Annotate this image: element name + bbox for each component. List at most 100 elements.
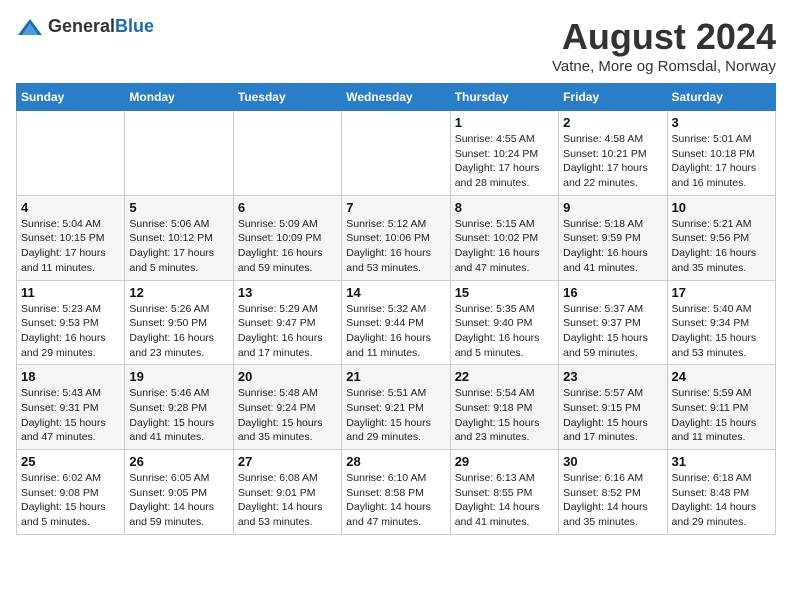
header: GeneralBlue August 2024 Vatne, More og R…	[16, 16, 776, 75]
day-info: Sunrise: 5:51 AMSunset: 9:21 PMDaylight:…	[346, 386, 445, 445]
day-info: Sunrise: 5:54 AMSunset: 9:18 PMDaylight:…	[455, 386, 554, 445]
day-number: 23	[563, 369, 662, 384]
day-cell-31: 31 Sunrise: 6:18 AMSunset: 8:48 PMDayligh…	[667, 450, 775, 535]
header-tuesday: Tuesday	[233, 84, 341, 111]
day-info: Sunrise: 6:02 AMSunset: 9:08 PMDaylight:…	[21, 471, 120, 530]
day-number: 21	[346, 369, 445, 384]
calendar-table: SundayMondayTuesdayWednesdayThursdayFrid…	[16, 83, 776, 535]
day-number: 20	[238, 369, 337, 384]
day-number: 1	[455, 115, 554, 130]
day-number: 14	[346, 285, 445, 300]
day-info: Sunrise: 5:23 AMSunset: 9:53 PMDaylight:…	[21, 302, 120, 361]
day-number: 26	[129, 454, 228, 469]
main-title: August 2024	[552, 16, 776, 58]
day-cell-19: 19Sunrise: 5:46 AMSunset: 9:28 PMDayligh…	[125, 365, 233, 450]
day-cell-3: 3 Sunrise: 5:01 AMSunset: 10:18 PMDayligh…	[667, 111, 775, 196]
day-info: Sunrise: 6:16 AMSunset: 8:52 PMDaylight:…	[563, 471, 662, 530]
day-number: 6	[238, 200, 337, 215]
title-area: August 2024 Vatne, More og Romsdal, Norw…	[552, 16, 776, 75]
week-row-2: 4 Sunrise: 5:04 AMSunset: 10:15 PMDayligh…	[17, 195, 776, 280]
day-info: Sunrise: 5:32 AMSunset: 9:44 PMDaylight:…	[346, 302, 445, 361]
header-thursday: Thursday	[450, 84, 558, 111]
day-number: 25	[21, 454, 120, 469]
day-info: Sunrise: 5:15 AMSunset: 10:02 PMDaylight…	[455, 217, 554, 276]
day-number: 27	[238, 454, 337, 469]
day-info: Sunrise: 6:08 AMSunset: 9:01 PMDaylight:…	[238, 471, 337, 530]
empty-cell	[342, 111, 450, 196]
day-number: 16	[563, 285, 662, 300]
day-number: 5	[129, 200, 228, 215]
day-number: 3	[672, 115, 771, 130]
day-info: Sunrise: 5:01 AMSunset: 10:18 PMDaylight…	[672, 132, 771, 191]
day-cell-28: 28 Sunrise: 6:10 AMSunset: 8:58 PMDayligh…	[342, 450, 450, 535]
day-number: 8	[455, 200, 554, 215]
day-number: 12	[129, 285, 228, 300]
day-cell-2: 2 Sunrise: 4:58 AMSunset: 10:21 PMDayligh…	[559, 111, 667, 196]
day-cell-26: 26 Sunrise: 6:05 AMSunset: 9:05 PMDayligh…	[125, 450, 233, 535]
logo: GeneralBlue	[16, 16, 154, 37]
empty-cell	[233, 111, 341, 196]
day-number: 2	[563, 115, 662, 130]
day-number: 11	[21, 285, 120, 300]
day-cell-10: 10Sunrise: 5:21 AMSunset: 9:56 PMDayligh…	[667, 195, 775, 280]
day-info: Sunrise: 4:58 AMSunset: 10:21 PMDaylight…	[563, 132, 662, 191]
week-row-1: 1 Sunrise: 4:55 AMSunset: 10:24 PMDayligh…	[17, 111, 776, 196]
day-cell-23: 23 Sunrise: 5:57 AMSunset: 9:15 PMDayligh…	[559, 365, 667, 450]
day-info: Sunrise: 5:48 AMSunset: 9:24 PMDaylight:…	[238, 386, 337, 445]
week-row-4: 18Sunrise: 5:43 AMSunset: 9:31 PMDayligh…	[17, 365, 776, 450]
day-cell-12: 12 Sunrise: 5:26 AMSunset: 9:50 PMDayligh…	[125, 280, 233, 365]
logo-text-blue: Blue	[115, 16, 154, 36]
day-cell-6: 6 Sunrise: 5:09 AMSunset: 10:09 PMDayligh…	[233, 195, 341, 280]
day-number: 9	[563, 200, 662, 215]
header-friday: Friday	[559, 84, 667, 111]
day-info: Sunrise: 6:18 AMSunset: 8:48 PMDaylight:…	[672, 471, 771, 530]
day-cell-11: 11 Sunrise: 5:23 AMSunset: 9:53 PMDayligh…	[17, 280, 125, 365]
day-info: Sunrise: 5:29 AMSunset: 9:47 PMDaylight:…	[238, 302, 337, 361]
day-info: Sunrise: 5:26 AMSunset: 9:50 PMDaylight:…	[129, 302, 228, 361]
day-cell-4: 4 Sunrise: 5:04 AMSunset: 10:15 PMDayligh…	[17, 195, 125, 280]
header-saturday: Saturday	[667, 84, 775, 111]
day-info: Sunrise: 6:13 AMSunset: 8:55 PMDaylight:…	[455, 471, 554, 530]
header-wednesday: Wednesday	[342, 84, 450, 111]
day-number: 29	[455, 454, 554, 469]
empty-cell	[17, 111, 125, 196]
day-info: Sunrise: 5:59 AMSunset: 9:11 PMDaylight:…	[672, 386, 771, 445]
day-cell-18: 18Sunrise: 5:43 AMSunset: 9:31 PMDayligh…	[17, 365, 125, 450]
day-info: Sunrise: 4:55 AMSunset: 10:24 PMDaylight…	[455, 132, 554, 191]
day-cell-14: 14 Sunrise: 5:32 AMSunset: 9:44 PMDayligh…	[342, 280, 450, 365]
day-cell-22: 22 Sunrise: 5:54 AMSunset: 9:18 PMDayligh…	[450, 365, 558, 450]
day-cell-25: 25 Sunrise: 6:02 AMSunset: 9:08 PMDayligh…	[17, 450, 125, 535]
day-number: 7	[346, 200, 445, 215]
day-number: 31	[672, 454, 771, 469]
day-info: Sunrise: 5:09 AMSunset: 10:09 PMDaylight…	[238, 217, 337, 276]
day-cell-17: 17 Sunrise: 5:40 AMSunset: 9:34 PMDayligh…	[667, 280, 775, 365]
day-cell-1: 1 Sunrise: 4:55 AMSunset: 10:24 PMDayligh…	[450, 111, 558, 196]
logo-icon	[16, 17, 44, 37]
day-info: Sunrise: 5:57 AMSunset: 9:15 PMDaylight:…	[563, 386, 662, 445]
day-number: 30	[563, 454, 662, 469]
day-info: Sunrise: 5:35 AMSunset: 9:40 PMDaylight:…	[455, 302, 554, 361]
day-number: 22	[455, 369, 554, 384]
day-info: Sunrise: 5:40 AMSunset: 9:34 PMDaylight:…	[672, 302, 771, 361]
day-cell-16: 16 Sunrise: 5:37 AMSunset: 9:37 PMDayligh…	[559, 280, 667, 365]
day-number: 18	[21, 369, 120, 384]
day-cell-21: 21 Sunrise: 5:51 AMSunset: 9:21 PMDayligh…	[342, 365, 450, 450]
day-info: Sunrise: 5:37 AMSunset: 9:37 PMDaylight:…	[563, 302, 662, 361]
header-sunday: Sunday	[17, 84, 125, 111]
logo-text-general: General	[48, 16, 115, 36]
header-monday: Monday	[125, 84, 233, 111]
day-info: Sunrise: 5:04 AMSunset: 10:15 PMDaylight…	[21, 217, 120, 276]
day-number: 17	[672, 285, 771, 300]
day-cell-8: 8 Sunrise: 5:15 AMSunset: 10:02 PMDayligh…	[450, 195, 558, 280]
subtitle: Vatne, More og Romsdal, Norway	[552, 58, 776, 75]
calendar-header-row: SundayMondayTuesdayWednesdayThursdayFrid…	[17, 84, 776, 111]
day-number: 28	[346, 454, 445, 469]
week-row-3: 11 Sunrise: 5:23 AMSunset: 9:53 PMDayligh…	[17, 280, 776, 365]
day-cell-5: 5 Sunrise: 5:06 AMSunset: 10:12 PMDayligh…	[125, 195, 233, 280]
day-info: Sunrise: 6:05 AMSunset: 9:05 PMDaylight:…	[129, 471, 228, 530]
day-info: Sunrise: 5:18 AMSunset: 9:59 PMDaylight:…	[563, 217, 662, 276]
day-info: Sunrise: 5:06 AMSunset: 10:12 PMDaylight…	[129, 217, 228, 276]
day-number: 4	[21, 200, 120, 215]
day-cell-20: 20 Sunrise: 5:48 AMSunset: 9:24 PMDayligh…	[233, 365, 341, 450]
day-info: Sunrise: 6:10 AMSunset: 8:58 PMDaylight:…	[346, 471, 445, 530]
